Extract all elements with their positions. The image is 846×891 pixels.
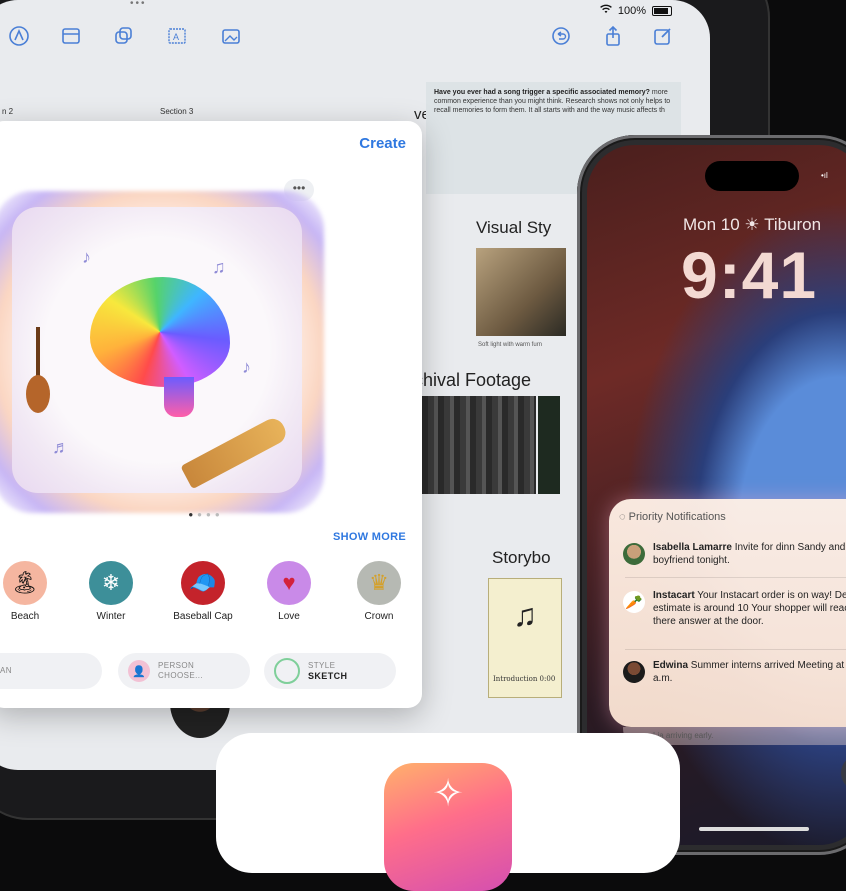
- suggestion-love[interactable]: ♥ Love: [244, 561, 334, 622]
- music-note-icon: ♪: [82, 247, 91, 267]
- archival-photo-2[interactable]: [538, 396, 560, 494]
- pill-title: PERSON: [158, 661, 195, 670]
- image-icon[interactable]: [220, 25, 242, 47]
- rainbow-brain-illustration: [90, 277, 230, 387]
- guitar-icon: [26, 327, 50, 415]
- suggestion-baseball-cap[interactable]: 🧢 Baseball Cap: [158, 561, 248, 622]
- page-dot[interactable]: ●: [197, 510, 206, 519]
- compose-icon[interactable]: [652, 25, 674, 47]
- notification-sender: Edwina: [653, 660, 689, 671]
- layers-icon[interactable]: [112, 25, 134, 47]
- brain-stem-illustration: [164, 377, 194, 417]
- photo-caption: Soft light with warm furn: [478, 342, 543, 348]
- app-icon-card: ✧: [216, 733, 680, 891]
- undo-icon[interactable]: [550, 25, 572, 47]
- create-button[interactable]: Create: [359, 135, 406, 152]
- pill-title: STYLE: [308, 661, 336, 670]
- note-question: Have you ever had a song trigger a speci…: [434, 89, 650, 96]
- flashlight-button[interactable]: [841, 755, 846, 791]
- visual-style-heading: Visual Sty: [476, 218, 552, 237]
- reference-photo[interactable]: [476, 248, 566, 336]
- horn-illustration: [180, 414, 290, 490]
- ipad-status-bar: 100%: [599, 4, 672, 17]
- music-note-icon: ♫: [212, 257, 226, 277]
- priority-header: ◌ Priority Notifications: [619, 511, 726, 523]
- storyboard-sketch[interactable]: ♫ Introduction 0:00: [488, 578, 562, 698]
- lock-screen-time: 9:41: [681, 238, 818, 312]
- option-pills: AN 👤 PERSON CHOOSE... STYLE SKETCH: [0, 653, 422, 693]
- style-picker-pill[interactable]: STYLE SKETCH: [264, 653, 396, 689]
- page-dot-active[interactable]: ●: [188, 510, 197, 519]
- palm-tree-icon: 🏝: [3, 561, 47, 605]
- suggestion-winter[interactable]: ❄ Winter: [66, 561, 156, 622]
- music-note-icon: ♫: [513, 597, 537, 633]
- section-tab-2[interactable]: n 2: [2, 107, 13, 116]
- avatar: [623, 661, 645, 683]
- pill-an[interactable]: AN: [0, 653, 102, 689]
- priority-notifications[interactable]: ◌ Priority Notifications Isabella Lamarr…: [609, 499, 846, 727]
- page-dot[interactable]: ●: [215, 510, 224, 519]
- priority-icon: ◌: [619, 511, 626, 523]
- person-icon: 👤: [128, 660, 150, 682]
- page-dot[interactable]: ●: [206, 510, 215, 519]
- section-tab-3[interactable]: Section 3: [160, 107, 193, 116]
- calendar-icon[interactable]: [60, 25, 82, 47]
- storyboard-note: Introduction 0:00: [493, 675, 556, 683]
- person-picker-pill[interactable]: 👤 PERSON CHOOSE...: [118, 653, 250, 689]
- divider: [625, 577, 846, 578]
- priority-header-label: Priority Notifications: [628, 511, 726, 523]
- pill-value: SKETCH: [308, 671, 348, 681]
- suggestion-label: Crown: [364, 611, 394, 622]
- home-indicator[interactable]: [699, 827, 809, 831]
- suggestion-beach[interactable]: 🏝 Beach: [0, 561, 70, 622]
- baseball-cap-icon: 🧢: [181, 561, 225, 605]
- suggestion-label: Baseball Cap: [173, 611, 233, 622]
- battery-percent: 100%: [617, 4, 646, 17]
- avatar: [623, 543, 645, 565]
- dynamic-island: [705, 161, 799, 191]
- carrot-icon: 🥕: [623, 591, 645, 613]
- wifi-icon: [599, 4, 612, 17]
- pill-value: CHOOSE...: [158, 671, 203, 680]
- svg-text:A: A: [173, 32, 179, 42]
- generated-image-preview[interactable]: ♪ ♫ ♪ ♬: [12, 207, 302, 493]
- music-note-icon: ♪: [242, 357, 251, 377]
- image-playground-panel: Create ••• ♪ ♫ ♪ ♬ ●●●● SHOW MORE 🏝 Beac…: [0, 121, 422, 708]
- pen-icon[interactable]: [8, 25, 30, 47]
- suggestion-label: Love: [278, 611, 300, 622]
- pill-title: AN: [0, 666, 12, 675]
- storyboard-heading: Storybo: [492, 548, 551, 567]
- style-icon: [274, 658, 300, 684]
- music-note-icon: ♬: [52, 437, 70, 457]
- battery-icon: [652, 5, 672, 16]
- image-playground-icon[interactable]: ✧: [384, 763, 512, 891]
- cellular-signal-icon: •ıl: [821, 171, 828, 180]
- textbox-icon[interactable]: A: [166, 25, 188, 47]
- lock-screen-date: Mon 10 ☀ Tiburon: [683, 215, 822, 234]
- page-indicator[interactable]: ●●●●: [0, 510, 422, 519]
- notification-sender: Instacart: [653, 590, 695, 601]
- suggestion-chips: 🏝 Beach ❄ Winter 🧢 Baseball Cap ♥ Love ♛…: [0, 561, 422, 631]
- suggestion-label: Winter: [96, 611, 126, 622]
- divider: [625, 649, 846, 650]
- share-icon[interactable]: [602, 25, 624, 47]
- multitasking-handle[interactable]: •••: [130, 0, 147, 9]
- heart-icon: ♥: [267, 561, 311, 605]
- suggestion-crown[interactable]: ♛ Crown: [334, 561, 422, 622]
- notification-sender: Isabella Lamarre: [653, 542, 732, 553]
- snowflake-icon: ❄: [89, 561, 133, 605]
- crown-icon: ♛: [357, 561, 401, 605]
- suggestion-label: Beach: [10, 611, 40, 622]
- image-playground-glyph: ✧: [432, 773, 464, 815]
- show-more-button[interactable]: SHOW MORE: [333, 531, 406, 543]
